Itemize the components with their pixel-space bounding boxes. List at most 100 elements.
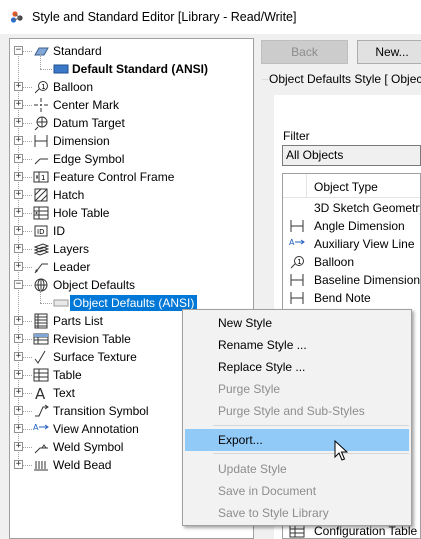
expand-icon[interactable]: + (14, 316, 23, 325)
list-item-label: Configuration Table (314, 524, 418, 538)
dimension-icon (289, 218, 305, 234)
menu-item-new-style[interactable]: New Style (185, 312, 409, 334)
back-button[interactable]: Back (261, 40, 348, 64)
transition-symbol-icon (33, 403, 49, 419)
tree-connector-line (23, 465, 32, 466)
title-bar: Style and Standard Editor [Library - Rea… (0, 0, 421, 34)
menu-item-update-style: Update Style (218, 462, 287, 476)
leader-icon (33, 259, 49, 275)
expand-icon[interactable]: + (14, 208, 23, 217)
tree-connector-line (23, 429, 32, 430)
expand-icon[interactable]: + (14, 244, 23, 253)
weld-symbol-icon (33, 439, 49, 455)
menu-item-replace-style[interactable]: Replace Style ... (185, 356, 409, 378)
svg-text:1: 1 (297, 258, 301, 266)
list-item[interactable]: Baseline Dimension Set (283, 271, 421, 289)
tree-node-edge-symbol[interactable]: + Edge Symbol (10, 150, 253, 168)
filter-dropdown[interactable]: All Objects (282, 145, 421, 166)
tree-node-center-mark[interactable]: + Center Mark (10, 96, 253, 114)
tree-connector-line (23, 393, 32, 394)
tree-connector-line (23, 177, 32, 178)
tree-connector-line (23, 141, 32, 142)
menu-item-rename-style[interactable]: Rename Style ... (185, 334, 409, 356)
edge-symbol-icon (33, 151, 49, 167)
expand-icon[interactable]: + (14, 172, 23, 181)
tree-node-leader[interactable]: + Leader (10, 258, 253, 276)
expand-icon[interactable]: + (14, 406, 23, 415)
tree-node-id[interactable]: + ID ID (10, 222, 253, 240)
list-item[interactable]: Bend Note (283, 289, 420, 307)
expand-icon[interactable]: + (14, 460, 23, 469)
new-style-button[interactable]: New... (357, 40, 421, 64)
expand-icon[interactable]: + (14, 82, 23, 91)
tree-node-label: Leader (53, 260, 91, 274)
object-type-column-header[interactable]: Object Type (314, 180, 378, 194)
tree-node-standard[interactable]: − Standard (10, 42, 253, 60)
tree-connector-line (23, 105, 32, 106)
expand-icon[interactable]: + (14, 226, 23, 235)
expand-icon[interactable]: + (14, 118, 23, 127)
tree-connector-line (23, 159, 32, 160)
tree-node-label: Edge Symbol (53, 152, 125, 166)
weld-bead-icon (33, 457, 49, 473)
expand-icon[interactable]: + (14, 154, 23, 163)
tree-node-hole-table[interactable]: + Hole Table (10, 204, 253, 222)
layers-icon (33, 241, 49, 257)
list-header: Object Type (283, 174, 420, 198)
tree-node-label: Standard (53, 44, 102, 58)
collapse-icon[interactable]: − (14, 280, 23, 289)
icon-column-header (283, 174, 307, 198)
expand-icon[interactable]: + (14, 262, 23, 271)
tree-connector-line (40, 303, 52, 304)
tree-node-balloon[interactable]: +1 Balloon (10, 78, 253, 96)
tree-node-feature-control-frame[interactable]: +1 Feature Control Frame (10, 168, 253, 186)
expand-icon[interactable]: + (14, 424, 23, 433)
tree-node-label: Hatch (53, 188, 85, 202)
tree-connector-line (23, 447, 32, 448)
standard-icon (33, 43, 49, 59)
view-annotation-icon: A (33, 421, 49, 437)
standard-swatch-icon (53, 61, 69, 77)
expand-icon[interactable]: + (14, 334, 23, 343)
svg-text:A: A (35, 385, 46, 401)
list-item[interactable]: A Auxiliary View Line (283, 235, 420, 253)
tree-node-label: ID (53, 224, 65, 238)
list-item[interactable]: Angle Dimension (283, 217, 420, 235)
tree-node-datum-target[interactable]: + Datum Target (10, 114, 253, 132)
tree-connector-line (40, 286, 41, 303)
expand-icon[interactable]: + (14, 370, 23, 379)
expand-icon[interactable]: + (14, 100, 23, 109)
tree-node-dimension[interactable]: + Dimension (10, 132, 253, 150)
tree-node-default-standard-ansi[interactable]: Default Standard (ANSI) (10, 52, 253, 78)
tree-node-hatch[interactable]: + Hatch (10, 186, 253, 204)
tree-connector-line (23, 123, 32, 124)
tree-node-label: Center Mark (53, 98, 120, 112)
tree-node-layers[interactable]: + Layers (10, 240, 253, 258)
list-item[interactable]: 1 Balloon (283, 253, 420, 271)
tree-node-label: Dimension (53, 134, 110, 148)
tree-node-label: Parts List (53, 314, 104, 328)
filter-label: Filter (283, 129, 310, 143)
list-item-label: Bend Note (314, 291, 371, 305)
list-item-label: Baseline Dimension Set (314, 273, 421, 287)
view-annotation-icon: A (289, 236, 305, 252)
tree-node-label: Layers (53, 242, 90, 256)
tree-connector-line (23, 375, 32, 376)
tree-connector-line (23, 231, 32, 232)
tree-connector-line (23, 285, 32, 286)
tree-node-label: Object Defaults (ANSI) (70, 295, 198, 311)
menu-item-export[interactable]: Export... (185, 429, 409, 451)
expand-icon[interactable]: + (14, 190, 23, 199)
tree-node-label: Table (53, 368, 82, 382)
hatch-icon (33, 187, 49, 203)
expand-icon[interactable]: + (14, 136, 23, 145)
center-mark-icon (33, 97, 49, 113)
collapse-icon[interactable]: − (14, 46, 23, 55)
expand-icon[interactable]: + (14, 442, 23, 451)
tree-node-object-defaults[interactable]: − Object Defaults (10, 276, 253, 294)
tree-node-label: Transition Symbol (53, 404, 149, 418)
list-item[interactable]: 3D Sketch Geometry (283, 199, 420, 217)
expand-icon[interactable]: + (14, 352, 23, 361)
tree-connector-line (23, 357, 32, 358)
expand-icon[interactable]: + (14, 388, 23, 397)
